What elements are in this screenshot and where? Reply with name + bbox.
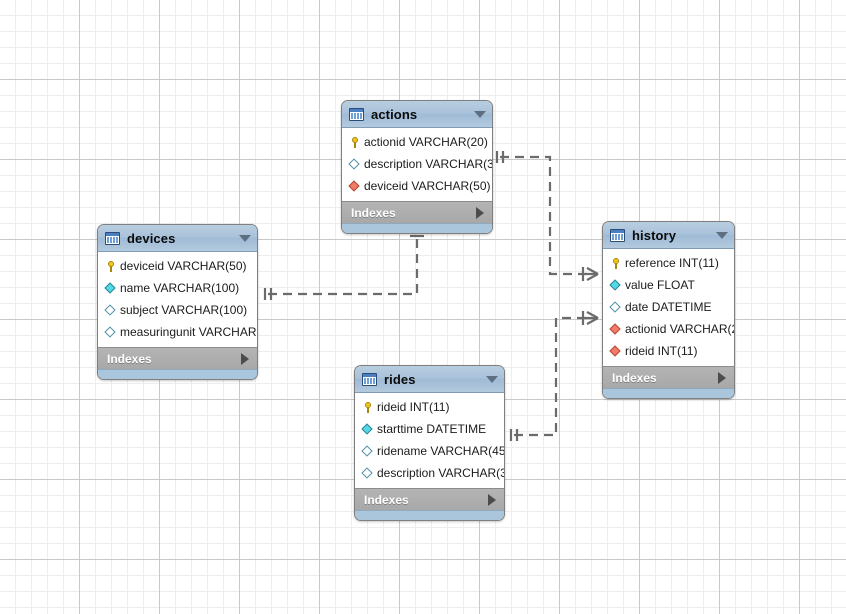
column-list-devices: deviceid VARCHAR(50) name VARCHAR(100) s…	[98, 252, 257, 347]
column-label: description VARCHAR(345)	[377, 467, 505, 479]
primary-key-icon	[348, 136, 361, 149]
table-icon	[362, 373, 377, 386]
indexes-label: Indexes	[364, 494, 409, 506]
chevron-down-icon[interactable]	[474, 111, 486, 118]
column-row[interactable]: measuringunit VARCHAR(45)	[98, 321, 257, 343]
expand-right-icon[interactable]	[241, 353, 249, 365]
entity-header-rides[interactable]: rides	[355, 366, 504, 393]
nullable-column-icon	[104, 326, 117, 339]
table-icon	[349, 108, 364, 121]
column-label: deviceid VARCHAR(50)	[364, 180, 491, 192]
column-row[interactable]: name VARCHAR(100)	[98, 277, 257, 299]
indexes-section-actions[interactable]: Indexes	[342, 201, 492, 223]
column-label: description VARCHAR(345)	[364, 158, 493, 170]
chevron-down-icon[interactable]	[716, 232, 728, 239]
nullable-column-icon	[104, 304, 117, 317]
table-icon	[610, 229, 625, 242]
entity-header-devices[interactable]: devices	[98, 225, 257, 252]
column-row[interactable]: rideid INT(11)	[355, 396, 504, 418]
column-label: value FLOAT	[625, 279, 695, 291]
entity-table-devices[interactable]: devices deviceid VARCHAR(50) name VARCHA…	[97, 224, 258, 380]
column-row[interactable]: starttime DATETIME	[355, 418, 504, 440]
connector-rides-history	[514, 318, 588, 435]
entity-bottom-strip	[98, 369, 257, 379]
column-label: ridename VARCHAR(45)	[377, 445, 505, 457]
expand-right-icon[interactable]	[476, 207, 484, 219]
entity-title-history: history	[632, 229, 676, 242]
entity-title-devices: devices	[127, 232, 175, 245]
column-row[interactable]: deviceid VARCHAR(50)	[342, 175, 492, 197]
chevron-down-icon[interactable]	[486, 376, 498, 383]
column-row[interactable]: actionid VARCHAR(20)	[603, 318, 734, 340]
chevron-down-icon[interactable]	[239, 235, 251, 242]
column-label: measuringunit VARCHAR(45)	[120, 326, 258, 338]
foreign-key-icon	[348, 180, 361, 193]
column-list-history: reference INT(11) value FLOAT date DATET…	[603, 249, 734, 366]
connector-actions-history	[500, 157, 588, 274]
entity-title-rides: rides	[384, 373, 416, 386]
not-null-column-icon	[609, 279, 622, 292]
column-row[interactable]: rideid INT(11)	[603, 340, 734, 362]
entity-table-rides[interactable]: rides rideid INT(11) starttime DATETIME …	[354, 365, 505, 521]
indexes-label: Indexes	[107, 353, 152, 365]
entity-bottom-strip	[603, 388, 734, 398]
expand-right-icon[interactable]	[488, 494, 496, 506]
entity-header-actions[interactable]: actions	[342, 101, 492, 128]
column-label: rideid INT(11)	[625, 345, 697, 357]
indexes-label: Indexes	[351, 207, 396, 219]
crowfoot-hist2-1	[587, 312, 598, 318]
crowfoot-hist1-2	[587, 274, 598, 280]
nullable-column-icon	[361, 445, 374, 458]
column-label: rideid INT(11)	[377, 401, 449, 413]
crowfoot-hist1-1	[587, 268, 598, 274]
column-list-rides: rideid INT(11) starttime DATETIME ridena…	[355, 393, 504, 488]
indexes-section-history[interactable]: Indexes	[603, 366, 734, 388]
column-list-actions: actionid VARCHAR(20) description VARCHAR…	[342, 128, 492, 201]
column-label: name VARCHAR(100)	[120, 282, 239, 294]
entity-bottom-strip	[342, 223, 492, 233]
column-row[interactable]: deviceid VARCHAR(50)	[98, 255, 257, 277]
primary-key-icon	[361, 401, 374, 414]
nullable-column-icon	[361, 467, 374, 480]
column-label: actionid VARCHAR(20)	[364, 136, 488, 148]
indexes-section-devices[interactable]: Indexes	[98, 347, 257, 369]
expand-right-icon[interactable]	[718, 372, 726, 384]
column-label: reference INT(11)	[625, 257, 719, 269]
nullable-column-icon	[348, 158, 361, 171]
primary-key-icon	[104, 260, 117, 273]
entity-bottom-strip	[355, 510, 504, 520]
column-row[interactable]: description VARCHAR(345)	[355, 462, 504, 484]
column-row[interactable]: actionid VARCHAR(20)	[342, 131, 492, 153]
eer-diagram-canvas[interactable]: actions actionid VARCHAR(20) description…	[0, 0, 846, 614]
entity-header-history[interactable]: history	[603, 222, 734, 249]
primary-key-icon	[609, 257, 622, 270]
connector-devices-actions	[268, 232, 417, 294]
column-label: date DATETIME	[625, 301, 711, 313]
column-row[interactable]: description VARCHAR(345)	[342, 153, 492, 175]
foreign-key-icon	[609, 345, 622, 358]
indexes-section-rides[interactable]: Indexes	[355, 488, 504, 510]
column-label: starttime DATETIME	[377, 423, 486, 435]
not-null-column-icon	[361, 423, 374, 436]
column-row[interactable]: date DATETIME	[603, 296, 734, 318]
column-row[interactable]: subject VARCHAR(100)	[98, 299, 257, 321]
entity-table-history[interactable]: history reference INT(11) value FLOAT da…	[602, 221, 735, 399]
crowfoot-hist2-2	[587, 318, 598, 324]
foreign-key-icon	[609, 323, 622, 336]
column-row[interactable]: value FLOAT	[603, 274, 734, 296]
column-row[interactable]: ridename VARCHAR(45)	[355, 440, 504, 462]
column-label: subject VARCHAR(100)	[120, 304, 247, 316]
entity-table-actions[interactable]: actions actionid VARCHAR(20) description…	[341, 100, 493, 234]
not-null-column-icon	[104, 282, 117, 295]
column-label: deviceid VARCHAR(50)	[120, 260, 247, 272]
nullable-column-icon	[609, 301, 622, 314]
indexes-label: Indexes	[612, 372, 657, 384]
column-label: actionid VARCHAR(20)	[625, 323, 735, 335]
column-row[interactable]: reference INT(11)	[603, 252, 734, 274]
table-icon	[105, 232, 120, 245]
entity-title-actions: actions	[371, 108, 417, 121]
